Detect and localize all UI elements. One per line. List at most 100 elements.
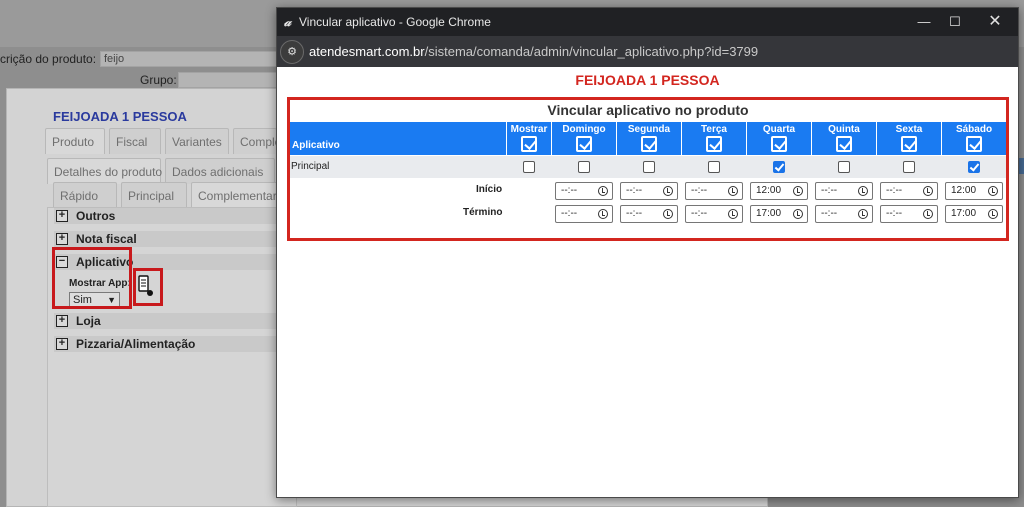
inicio-time-input[interactable]: --:-- [685,182,743,200]
time-value: --:-- [561,185,578,196]
inicio-label: Início [476,184,503,195]
day-checkbox-mostrar[interactable] [523,161,535,173]
maximize-icon[interactable]: ☐ [943,12,967,32]
header-sexta: Sexta [877,122,941,155]
day-checkbox-segunda[interactable] [643,161,655,173]
section-nota-fiscal[interactable]: + Nota fiscal [54,231,286,247]
clock-icon[interactable] [728,186,738,196]
clock-icon[interactable] [793,186,803,196]
time-value: --:-- [561,208,578,219]
tab-complementar[interactable]: Complementar [191,182,279,208]
header-sabado: Sábado [942,122,1006,155]
expand-icon: + [56,315,68,327]
clock-icon[interactable] [663,209,673,219]
tab-principal[interactable]: Principal [121,182,187,208]
clock-icon[interactable] [598,186,608,196]
tab-detalhes-produto[interactable]: Detalhes do produto [47,158,162,184]
select-all-checkbox[interactable] [706,136,722,152]
inicio-time-input[interactable]: --:-- [880,182,938,200]
termino-time-input[interactable]: --:-- [555,205,613,223]
top-tabs: Produto Fiscal Variantes Complem [45,128,277,154]
header-terca: Terça [682,122,746,155]
header-aplicativo: Aplicativo [290,122,506,155]
inicio-time-input[interactable]: 12:00 [750,182,808,200]
grid-title: Vincular aplicativo no produto [547,102,749,118]
time-value: 12:00 [756,185,782,196]
termino-time-input[interactable]: 17:00 [750,205,808,223]
inicio-time-input[interactable]: --:-- [815,182,873,200]
select-all-checkbox[interactable] [771,136,787,152]
minimize-icon[interactable]: — [912,12,936,32]
time-value: 17:00 [951,208,977,219]
select-all-checkbox[interactable] [576,136,592,152]
section-outros[interactable]: + Outros [54,208,286,224]
expand-icon: + [56,233,68,245]
clock-icon[interactable] [858,186,868,196]
tab-fiscal[interactable]: Fiscal [109,128,161,154]
window-titlebar: 𝒶 Vincular aplicativo - Google Chrome — … [277,8,1018,36]
group-input[interactable] [178,72,278,88]
inicio-time-input[interactable]: --:-- [555,182,613,200]
tab-variantes[interactable]: Variantes [165,128,229,154]
description-input[interactable]: feijo [100,51,280,67]
select-all-checkbox[interactable] [836,136,852,152]
header-mostrar: Mostrar [507,122,551,155]
termino-time-input[interactable]: --:-- [815,205,873,223]
day-checkbox-terça[interactable] [708,161,720,173]
url-text[interactable]: atendesmart.com.br/sistema/comanda/admin… [309,44,758,59]
clock-icon[interactable] [793,209,803,219]
inicio-time-input[interactable]: 12:00 [945,182,1003,200]
clock-icon[interactable] [663,186,673,196]
time-value: --:-- [691,185,708,196]
inicio-time-input[interactable]: --:-- [620,182,678,200]
mid-tabs: Detalhes do produto Dados adicionais [47,158,275,184]
day-checkbox-quinta[interactable] [838,161,850,173]
day-checkbox-sábado[interactable] [968,161,980,173]
termino-time-input[interactable]: --:-- [685,205,743,223]
time-value: 12:00 [951,185,977,196]
day-checkbox-quarta[interactable] [773,161,785,173]
header-segunda: Segunda [617,122,681,155]
day-checkbox-sexta[interactable] [903,161,915,173]
section-loja[interactable]: + Loja [54,313,286,329]
time-value: --:-- [626,208,643,219]
clock-icon[interactable] [728,209,738,219]
header-domingo: Domingo [552,122,616,155]
row-name: Principal [291,161,330,172]
termino-time-input[interactable]: 17:00 [945,205,1003,223]
expand-icon: + [56,338,68,350]
clock-icon[interactable] [858,209,868,219]
day-checkbox-domingo[interactable] [578,161,590,173]
tab-dados-adicionais[interactable]: Dados adicionais [165,158,275,184]
description-label: crição do produto: [0,52,97,66]
link-app-button[interactable] [138,275,154,297]
clock-icon[interactable] [988,209,998,219]
select-all-checkbox[interactable] [641,136,657,152]
tab-rapido[interactable]: Rápido [53,182,117,208]
select-all-checkbox[interactable] [901,136,917,152]
time-value: --:-- [626,185,643,196]
section-pizzaria[interactable]: + Pizzaria/Alimentação [54,336,286,352]
clock-icon[interactable] [988,186,998,196]
clock-icon[interactable] [923,186,933,196]
time-value: --:-- [886,208,903,219]
highlight-aplicativo-box [52,247,132,309]
close-icon[interactable]: ✕ [983,12,1007,32]
header-quinta: Quinta [812,122,876,155]
clock-icon[interactable] [923,209,933,219]
time-value: --:-- [691,208,708,219]
tab-complemento[interactable]: Complem [233,128,277,154]
tab-produto[interactable]: Produto [45,128,105,154]
select-all-checkbox[interactable] [966,136,982,152]
link-app-form: Vincular aplicativo no produto Aplicativ… [287,97,1009,241]
clock-icon[interactable] [598,209,608,219]
time-value: --:-- [821,185,838,196]
site-settings-icon[interactable]: ⚙ [280,40,304,64]
termino-time-input[interactable]: --:-- [620,205,678,223]
window-title: Vincular aplicativo - Google Chrome [299,15,491,29]
termino-label: Término [463,207,503,218]
termino-time-input[interactable]: --:-- [880,205,938,223]
time-value: --:-- [886,185,903,196]
select-all-checkbox[interactable] [521,136,537,152]
header-quarta: Quarta [747,122,811,155]
